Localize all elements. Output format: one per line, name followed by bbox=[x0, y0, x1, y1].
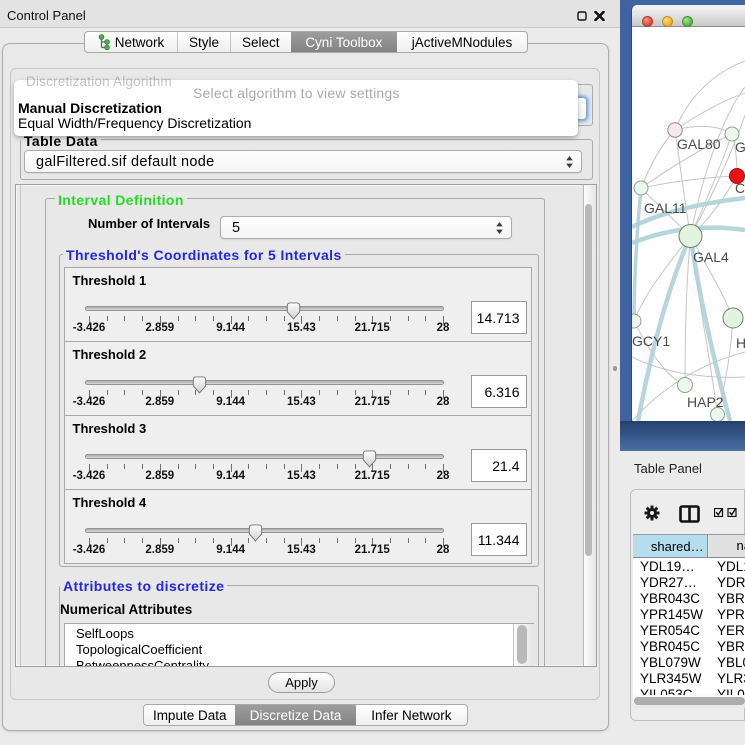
svg-text:H: H bbox=[736, 335, 745, 351]
svg-text:GAL4: GAL4 bbox=[693, 249, 729, 265]
svg-text:GAL80: GAL80 bbox=[677, 136, 721, 152]
svg-text:GCY1: GCY1 bbox=[632, 333, 670, 349]
svg-text:C: C bbox=[735, 180, 745, 196]
svg-text:HAP2: HAP2 bbox=[687, 394, 724, 410]
svg-text:GAL11: GAL11 bbox=[644, 200, 687, 216]
svg-text:GA: GA bbox=[735, 139, 745, 155]
